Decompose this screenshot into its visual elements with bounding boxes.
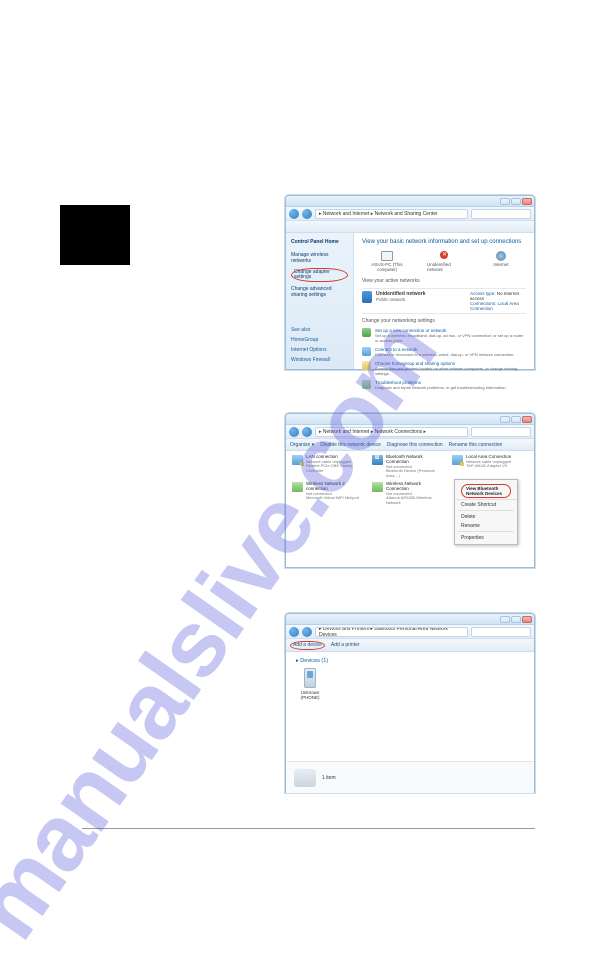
breadcrumb[interactable]: ▸ Network and Internet ▸ Network and Sha…	[315, 209, 468, 219]
bluetooth-icon	[372, 455, 383, 465]
device-label: Unknown (PHONE)	[296, 690, 324, 700]
node-this-computer: ASUS-PC (This computer)	[370, 251, 404, 272]
wifi-icon	[292, 482, 303, 492]
troubleshoot-icon	[362, 380, 371, 389]
menu-item[interactable]: Rename	[455, 521, 517, 530]
devices-group-header[interactable]: ▸ Devices (1)	[296, 658, 524, 664]
phone-icon	[304, 668, 316, 688]
shield-icon	[362, 291, 372, 303]
titlebar	[286, 614, 534, 625]
network-map: ASUS-PC (This computer) Unidentified net…	[362, 249, 526, 274]
menu-view-bt-devices-highlighted[interactable]: View Bluetooth Network Devices	[461, 484, 511, 498]
page-margin-tab	[60, 205, 130, 265]
device-item[interactable]: Unknown (PHONE)	[296, 668, 324, 700]
minimize-button[interactable]	[500, 198, 510, 205]
back-button[interactable]	[289, 627, 299, 637]
setup-connection-icon	[362, 328, 371, 337]
address-bar: ▸ Devices and Printers ▸ Bluetooth Perso…	[286, 625, 534, 639]
connection-item[interactable]: Local Area ConnectionNetwork cable unplu…	[452, 455, 524, 478]
node-internet: Internet	[484, 251, 518, 272]
main-content: View your basic network information and …	[354, 233, 534, 369]
connection-item[interactable]: LAN connectionNetwork cable unpluggedRea…	[292, 455, 364, 478]
toolbar: Organize ▾ Disable this network device D…	[286, 439, 534, 451]
close-button[interactable]	[522, 198, 532, 205]
connect-network-icon	[362, 347, 371, 356]
address-bar: ▸ Network and Internet ▸ Network and Sha…	[286, 207, 534, 221]
toolbar-organize[interactable]: Organize ▾	[290, 442, 314, 448]
address-bar: ▸ Network and Internet ▸ Network Connect…	[286, 425, 534, 439]
computer-icon	[381, 251, 393, 261]
menu-item[interactable]: Delete	[455, 512, 517, 521]
maximize-button[interactable]	[511, 198, 521, 205]
forward-button[interactable]	[302, 209, 312, 219]
ethernet-icon	[292, 455, 303, 465]
devices-area: ▸ Devices (1) Unknown (PHONE)	[286, 652, 534, 761]
globe-icon	[496, 251, 506, 261]
status-bar: 1 item	[286, 761, 534, 793]
see-also-heading: See also	[291, 327, 348, 333]
toolbar-disable[interactable]: Disable this network device	[320, 442, 381, 448]
menu-separator	[458, 510, 514, 511]
node-unidentified: Unidentified network	[427, 251, 461, 272]
active-network-row: Unidentified network Public network Acce…	[362, 288, 526, 314]
connection-item[interactable]: Bluetooth Network ConnectionNot connecte…	[372, 455, 444, 478]
search-input[interactable]	[471, 627, 531, 637]
titlebar	[286, 196, 534, 207]
back-button[interactable]	[289, 209, 299, 219]
active-networks-heading: View your active networks	[362, 278, 526, 284]
menu-separator	[458, 531, 514, 532]
minimize-button[interactable]	[500, 616, 510, 623]
link-homegroup[interactable]: HomeGroup	[291, 337, 348, 343]
sidebar-link-manage-wireless[interactable]: Manage wireless networks	[291, 252, 348, 264]
control-panel-home-link[interactable]: Control Panel Home	[291, 239, 348, 245]
search-input[interactable]	[471, 427, 531, 437]
breadcrumb[interactable]: ▸ Devices and Printers ▸ Bluetooth Perso…	[315, 627, 468, 637]
add-device-button-highlighted[interactable]: Add a device	[290, 641, 325, 650]
forward-button[interactable]	[302, 427, 312, 437]
breadcrumb[interactable]: ▸ Network and Internet ▸ Network Connect…	[315, 427, 468, 437]
toolbar-diagnose[interactable]: Diagnose this connection	[387, 442, 443, 448]
window-network-connections: ▸ Network and Internet ▸ Network Connect…	[285, 413, 535, 568]
wifi-icon	[372, 482, 383, 492]
connections-grid: LAN connectionNetwork cable unpluggedRea…	[286, 451, 534, 567]
status-count: 1 item	[322, 775, 336, 781]
menu-item[interactable]: Properties	[455, 533, 517, 542]
close-button[interactable]	[522, 616, 532, 623]
toolbar-rename[interactable]: Rename this connection	[449, 442, 503, 448]
minimize-button[interactable]	[500, 416, 510, 423]
search-input[interactable]	[471, 209, 531, 219]
window-network-sharing-center: ▸ Network and Internet ▸ Network and Sha…	[285, 195, 535, 370]
toolbar	[286, 221, 534, 233]
status-icon	[294, 769, 316, 787]
connection-item[interactable]: Wireless Network 2 connectionNot connect…	[292, 482, 364, 505]
homegroup-icon	[362, 361, 371, 370]
link-internet-options[interactable]: Internet Options	[291, 347, 348, 353]
page-footer-rule	[82, 828, 535, 829]
ethernet-icon	[452, 455, 463, 465]
menu-item[interactable]: Create Shortcut	[455, 500, 517, 509]
connection-item[interactable]: Wireless Network ConnectionNot connected…	[372, 482, 444, 505]
link-windows-firewall[interactable]: Windows Firewall	[291, 357, 348, 363]
context-menu: View Bluetooth Network Devices Create Sh…	[454, 479, 518, 545]
close-button[interactable]	[522, 416, 532, 423]
page-headline: View your basic network information and …	[362, 239, 526, 245]
titlebar	[286, 414, 534, 425]
sidebar-link-change-adapter-highlighted[interactable]: Change adapter settings	[291, 268, 348, 282]
disconnected-icon	[438, 251, 450, 261]
forward-button[interactable]	[302, 627, 312, 637]
network-type: Public network	[376, 297, 466, 302]
toolbar: Add a device Add a printer	[286, 639, 534, 652]
maximize-button[interactable]	[511, 416, 521, 423]
add-printer-button[interactable]: Add a printer	[331, 642, 360, 648]
maximize-button[interactable]	[511, 616, 521, 623]
left-nav-pane: Control Panel Home Manage wireless netwo…	[286, 233, 354, 369]
window-bluetooth-pan-devices: ▸ Devices and Printers ▸ Bluetooth Perso…	[285, 613, 535, 793]
back-button[interactable]	[289, 427, 299, 437]
change-settings-heading: Change your networking settings	[362, 318, 526, 324]
sidebar-link-advanced-sharing[interactable]: Change advanced sharing settings	[291, 286, 348, 298]
